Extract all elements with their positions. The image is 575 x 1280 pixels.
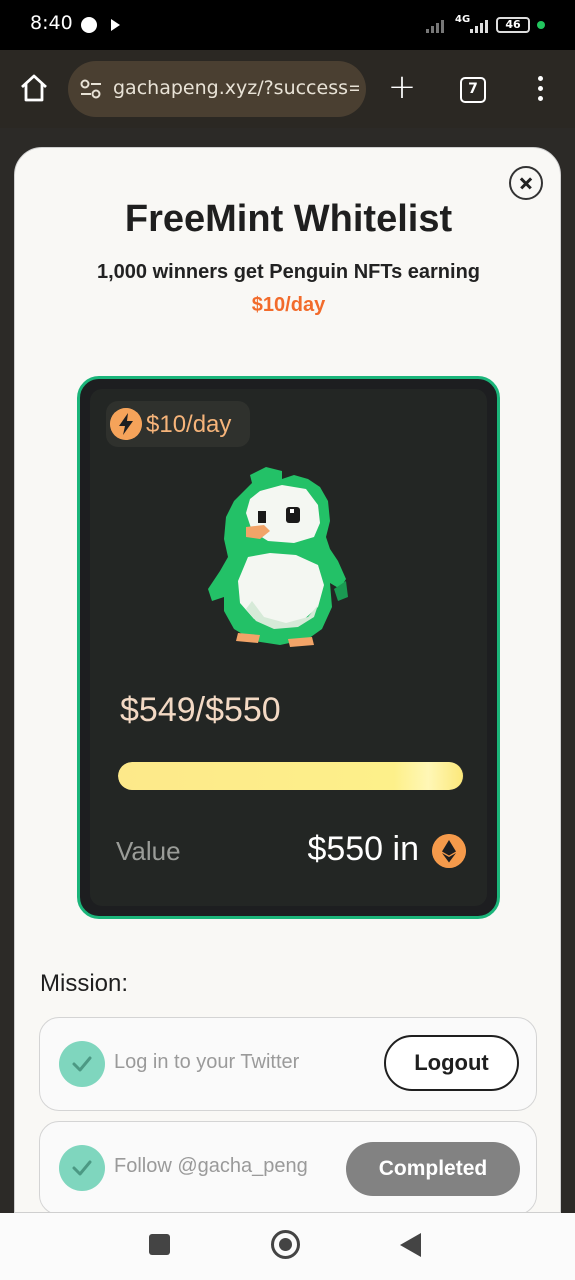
clock: 8:40 [30,12,73,34]
progress-text: $549/$550 [120,691,281,729]
modal-subtitle-earning: $10/day [251,294,326,316]
modal-title: FreeMint Whitelist [124,198,453,240]
browser-toolbar: gachapeng.xyz/?success= + 7 [0,50,575,128]
ethereum-icon [432,834,466,868]
check-icon [72,1056,92,1072]
close-icon[interactable] [509,166,543,200]
value-amount: $550 in [307,830,419,868]
progress-bar-fill [118,762,464,790]
bolt-icon [110,408,142,440]
rate-badge-label: $10/day [146,411,232,438]
check-icon [72,1160,92,1176]
url-text[interactable]: gachapeng.xyz/?success= [113,77,359,99]
tabs-icon[interactable]: 7 [460,77,486,103]
nft-card: $10/day $549/$550 Value $550 in [77,376,500,919]
home-icon[interactable] [18,72,50,104]
signal-icon [426,17,444,33]
messenger-icon [81,17,97,33]
task-check [59,1041,105,1087]
task-text: Log in to your Twitter [114,1051,300,1073]
battery-icon: 46 [496,17,530,33]
more-menu-icon[interactable] [532,76,548,104]
logout-button[interactable]: Logout [384,1035,519,1091]
site-settings-icon[interactable] [80,79,102,99]
back-icon[interactable] [400,1233,421,1257]
mission-heading: Mission: [40,970,129,997]
task-text: Follow @gacha_peng [114,1155,308,1177]
task-check [59,1145,105,1191]
address-bar[interactable]: gachapeng.xyz/?success= [68,61,366,117]
home-icon[interactable] [271,1230,300,1259]
signal-icon-2 [470,17,488,33]
recents-icon[interactable] [149,1234,170,1255]
task-follow: Follow @gacha_peng Completed [39,1121,537,1212]
modal-subtitle: 1,000 winners get Penguin NFTs earning [96,261,481,283]
task-twitter-login: Log in to your Twitter Logout [39,1017,537,1111]
whitelist-modal: FreeMint Whitelist 1,000 winners get Pen… [14,147,561,1213]
rate-badge: $10/day [106,401,250,447]
new-tab-icon[interactable]: + [387,70,417,106]
network-type: 4G [455,14,471,25]
penguin-nft-image [208,467,348,647]
system-nav-bar [0,1213,575,1280]
status-bar: 8:40 4G 46 [0,0,575,50]
completed-button[interactable]: Completed [346,1142,520,1196]
progress-bar [118,762,464,790]
play-icon [111,19,120,31]
privacy-indicator [537,21,545,29]
value-label: Value [116,836,181,866]
